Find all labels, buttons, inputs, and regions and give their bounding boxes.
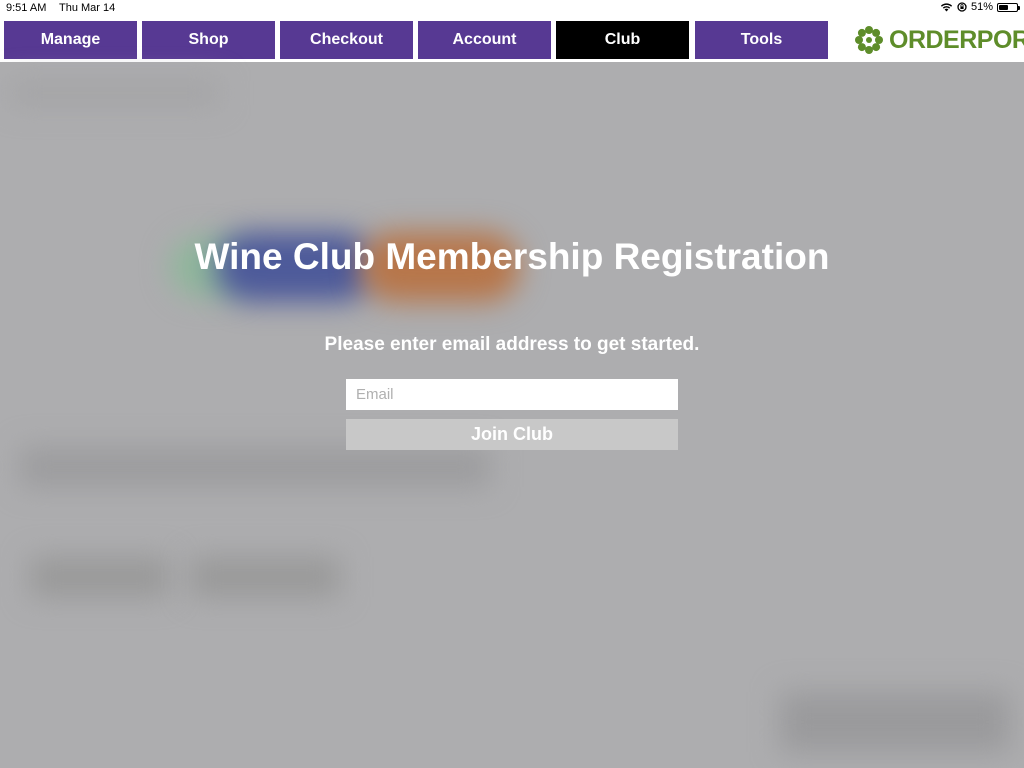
logo-text: ORDERPORT [889, 25, 1024, 54]
registration-title: Wine Club Membership Registration [194, 236, 830, 277]
flower-logo-icon [855, 26, 883, 54]
rotation-lock-icon [957, 2, 967, 12]
tab-club[interactable]: Club [556, 21, 689, 59]
wifi-icon [940, 3, 953, 12]
tab-checkout[interactable]: Checkout [280, 21, 413, 59]
status-indicators: 51% [940, 1, 1020, 13]
tab-manage[interactable]: Manage [4, 21, 137, 59]
join-club-button[interactable]: Join Club [346, 419, 678, 450]
battery-percent: 51% [970, 1, 993, 13]
tab-shop[interactable]: Shop [142, 21, 275, 59]
tab-tools[interactable]: Tools [695, 21, 828, 59]
orderport-logo: ORDERPORT [853, 23, 1024, 57]
tab-account[interactable]: Account [418, 21, 551, 59]
blurred-background [0, 62, 1024, 768]
status-date: Thu Mar 14 [59, 2, 116, 14]
top-nav: Manage Shop Checkout Account Club Tools … [0, 18, 1024, 62]
status-bar: 9:51 AM Thu Mar 14 51% [0, 0, 1024, 18]
email-input[interactable] [346, 379, 678, 410]
status-time: 9:51 AM [6, 2, 47, 14]
battery-icon [997, 2, 1020, 12]
registration-subtitle: Please enter email address to get starte… [324, 334, 700, 355]
battery-fill [999, 4, 1008, 10]
